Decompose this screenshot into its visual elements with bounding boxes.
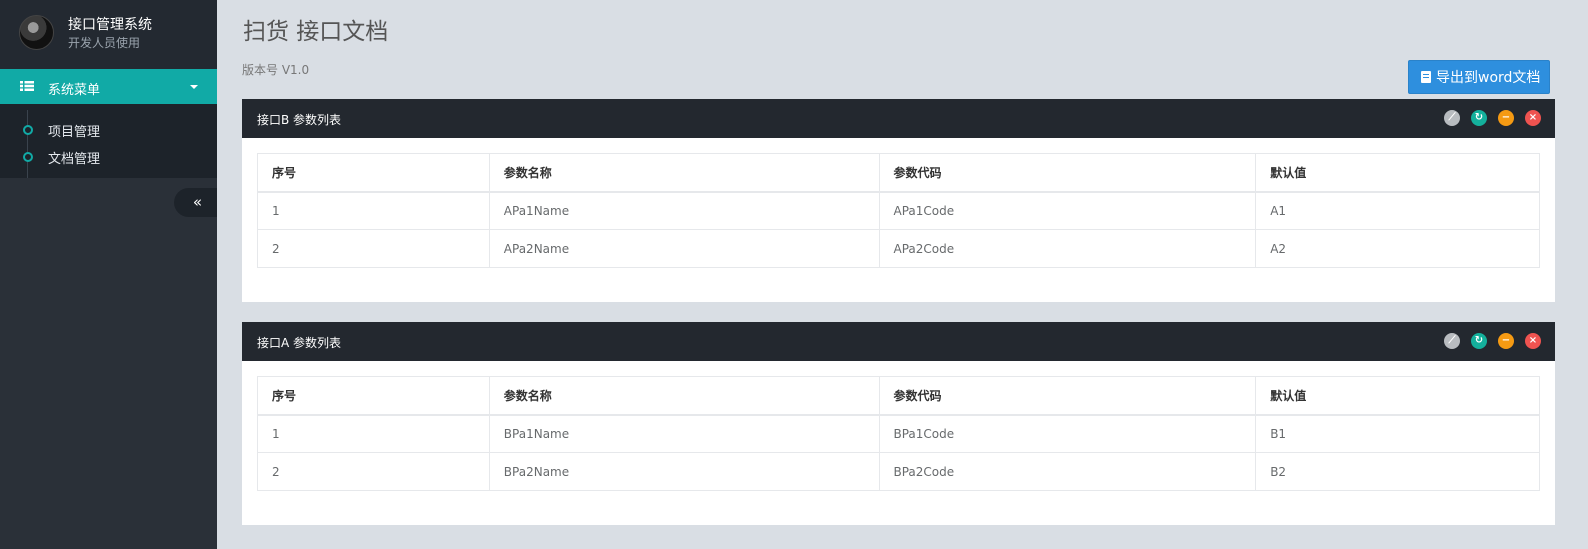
column-header: 参数名称 <box>488 376 880 416</box>
refresh-icon[interactable]: ↻ <box>1471 110 1487 126</box>
param-table: 序号 参数名称 参数代码 默认值 1 BPa1Name BPa1Code B1 … <box>257 376 1540 491</box>
param-table: 序号 参数名称 参数代码 默认值 1 APa1Name APa1Code A1 … <box>257 153 1540 268</box>
table-cell: BPa2Code <box>878 452 1257 491</box>
sidebar-item-document-management[interactable]: 文档管理 <box>0 144 217 167</box>
table-row: 1 BPa1Name BPa1Code B1 <box>257 414 1540 453</box>
book-icon <box>1421 71 1431 83</box>
table-row: 2 APa2Name APa2Code A2 <box>257 229 1540 268</box>
minimize-icon[interactable]: − <box>1498 110 1514 126</box>
table-cell: A1 <box>1255 191 1540 230</box>
column-header: 序号 <box>257 153 490 193</box>
column-header: 参数代码 <box>878 153 1257 193</box>
export-word-button[interactable]: 导出到word文档 <box>1408 60 1550 94</box>
wrench-icon[interactable]: ⟋ <box>1444 333 1460 349</box>
column-header: 参数名称 <box>488 153 880 193</box>
sidebar: 接口管理系统 开发人员使用 系统菜单 项目管理 文档管理 « <box>0 0 217 549</box>
minimize-icon[interactable]: − <box>1498 333 1514 349</box>
caret-down-icon <box>190 85 198 89</box>
table-cell: 1 <box>257 191 490 230</box>
table-header-row: 序号 参数名称 参数代码 默认值 <box>257 153 1540 193</box>
system-menu-label: 系统菜单 <box>48 83 101 98</box>
table-cell: 2 <box>257 452 490 491</box>
table-row: 1 APa1Name APa1Code A1 <box>257 191 1540 230</box>
param-panel: 接口B 参数列表 ⟋ ↻ − × 序号 参数名称 参数代码 默认值 1 APa1… <box>242 99 1555 302</box>
column-header: 参数代码 <box>878 376 1257 416</box>
panel-tools: ⟋ ↻ − × <box>1444 110 1541 126</box>
close-icon[interactable]: × <box>1525 110 1541 126</box>
table-cell: APa1Name <box>488 191 880 230</box>
table-cell: APa1Code <box>878 191 1257 230</box>
export-word-label: 导出到word文档 <box>1436 70 1541 86</box>
table-cell: B1 <box>1255 414 1540 453</box>
table-cell: APa2Name <box>488 229 880 268</box>
table-cell: 2 <box>257 229 490 268</box>
refresh-icon[interactable]: ↻ <box>1471 333 1487 349</box>
circle-icon <box>23 152 33 162</box>
brand-subtitle: 开发人员使用 <box>68 36 141 50</box>
version-label: 版本号 V1.0 <box>242 63 310 77</box>
table-cell: B2 <box>1255 452 1540 491</box>
brand-title: 接口管理系统 <box>68 17 152 33</box>
table-cell: BPa2Name <box>488 452 880 491</box>
sidebar-item-label: 项目管理 <box>48 125 101 140</box>
submenu: 项目管理 文档管理 <box>0 104 217 178</box>
column-header: 默认值 <box>1255 376 1540 416</box>
panel-header: 接口B 参数列表 ⟋ ↻ − × <box>242 99 1555 138</box>
sidebar-item-project-management[interactable]: 项目管理 <box>0 117 217 140</box>
table-cell: BPa1Name <box>488 414 880 453</box>
panel-tools: ⟋ ↻ − × <box>1444 333 1541 349</box>
grid-icon <box>20 81 34 91</box>
table-cell: BPa1Code <box>878 414 1257 453</box>
table-header-row: 序号 参数名称 参数代码 默认值 <box>257 376 1540 416</box>
avatar[interactable] <box>19 15 54 50</box>
panel-header: 接口A 参数列表 ⟋ ↻ − × <box>242 322 1555 361</box>
table-row: 2 BPa2Name BPa2Code B2 <box>257 452 1540 491</box>
panel-title: 接口A 参数列表 <box>257 336 342 350</box>
brand-header: 接口管理系统 开发人员使用 <box>0 0 217 69</box>
circle-icon <box>23 125 33 135</box>
wrench-icon[interactable]: ⟋ <box>1444 110 1460 126</box>
param-panel: 接口A 参数列表 ⟋ ↻ − × 序号 参数名称 参数代码 默认值 1 BPa1… <box>242 322 1555 525</box>
table-cell: 1 <box>257 414 490 453</box>
double-chevron-left-icon: « <box>192 193 203 211</box>
table-cell: A2 <box>1255 229 1540 268</box>
close-icon[interactable]: × <box>1525 333 1541 349</box>
column-header: 默认值 <box>1255 153 1540 193</box>
collapse-sidebar-button[interactable]: « <box>174 188 217 217</box>
panel-title: 接口B 参数列表 <box>257 113 342 127</box>
column-header: 序号 <box>257 376 490 416</box>
table-cell: APa2Code <box>878 229 1257 268</box>
system-menu-toggle[interactable]: 系统菜单 <box>0 69 217 104</box>
page-title: 扫货 接口文档 <box>243 19 389 45</box>
sidebar-item-label: 文档管理 <box>48 152 101 167</box>
